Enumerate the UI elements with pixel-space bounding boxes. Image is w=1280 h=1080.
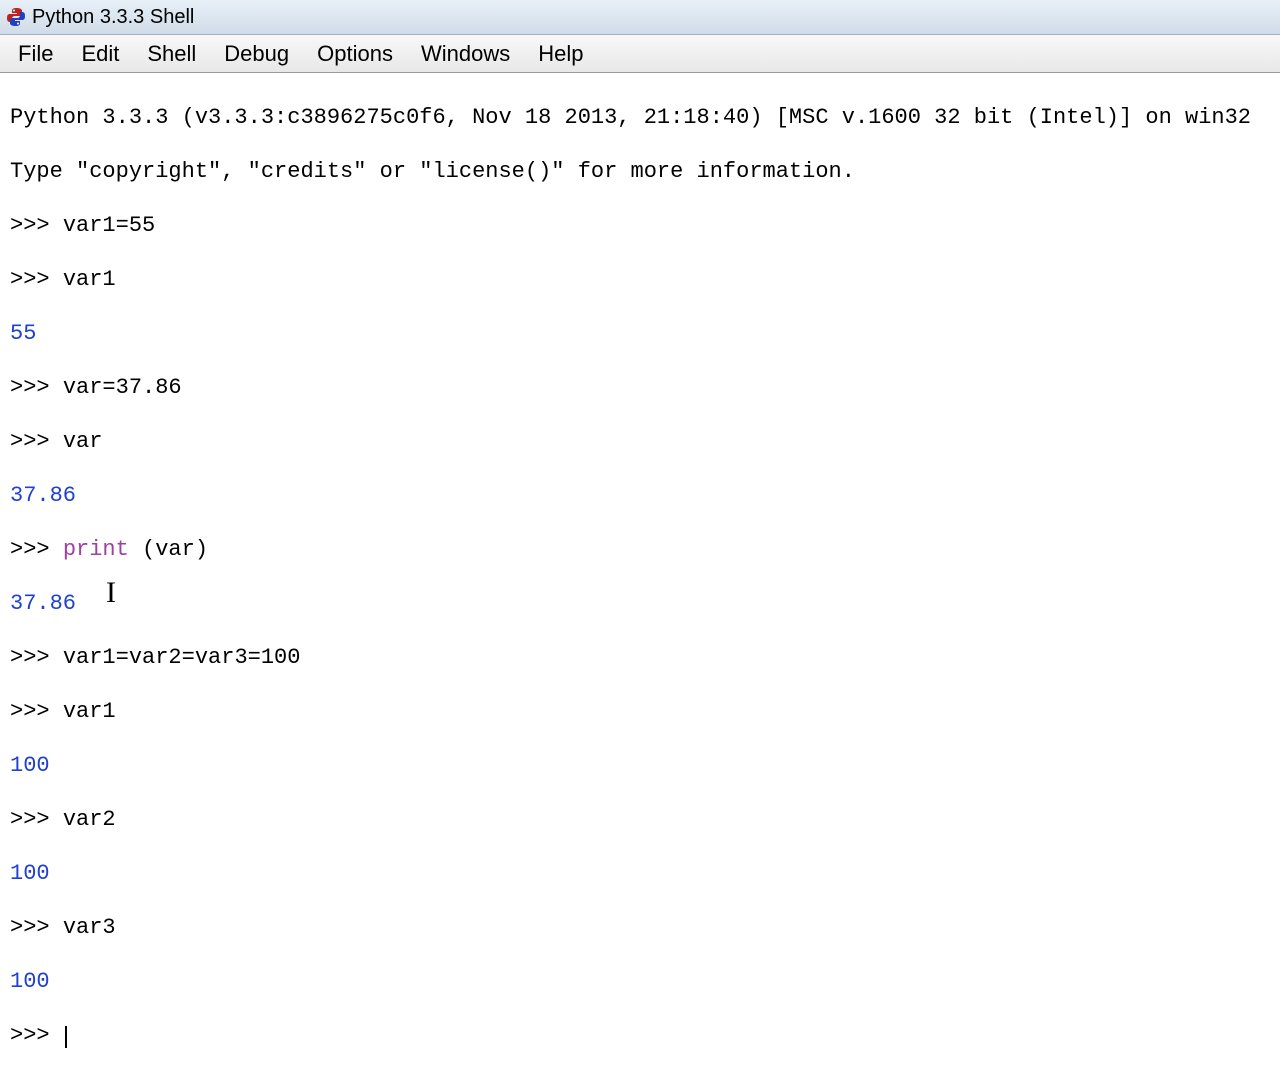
prompt: >>> (10, 429, 63, 454)
shell-line: >>> var1 (10, 698, 1270, 725)
menu-windows[interactable]: Windows (407, 37, 524, 71)
prompt: >>> (10, 807, 63, 832)
menu-file[interactable]: File (4, 37, 67, 71)
menu-edit[interactable]: Edit (67, 37, 133, 71)
banner-line: Type "copyright", "credits" or "license(… (10, 158, 1270, 185)
menu-options[interactable]: Options (303, 37, 407, 71)
shell-line: >>> var1 (10, 266, 1270, 293)
text-caret (65, 1026, 67, 1048)
shell-input: var1=var2=var3=100 (63, 645, 301, 670)
prompt: >>> (10, 267, 63, 292)
shell-input: var1 (63, 267, 116, 292)
prompt: >>> (10, 537, 63, 562)
shell-line: >>> var3 (10, 914, 1270, 941)
prompt: >>> (10, 375, 63, 400)
shell-output: 55 (10, 320, 1270, 347)
prompt: >>> (10, 699, 63, 724)
shell-output: 100 (10, 752, 1270, 779)
titlebar: Python 3.3.3 Shell (0, 0, 1280, 35)
shell-output: 37.86 (10, 482, 1270, 509)
shell-input: var=37.86 (63, 375, 182, 400)
prompt: >>> (10, 213, 63, 238)
shell-text-area[interactable]: Python 3.3.3 (v3.3.3:c3896275c0f6, Nov 1… (0, 73, 1280, 1080)
python-icon (6, 7, 26, 27)
menu-help[interactable]: Help (524, 37, 597, 71)
menu-shell[interactable]: Shell (133, 37, 210, 71)
shell-input: var (63, 429, 103, 454)
shell-line: >>> (10, 1022, 1270, 1049)
shell-output: 100 (10, 968, 1270, 995)
menubar: File Edit Shell Debug Options Windows He… (0, 35, 1280, 73)
shell-output: 37.86 (10, 590, 1270, 617)
prompt: >>> (10, 1023, 63, 1048)
prompt: >>> (10, 915, 63, 940)
shell-input: var3 (63, 915, 116, 940)
shell-output: 100 (10, 860, 1270, 887)
banner-line: Python 3.3.3 (v3.3.3:c3896275c0f6, Nov 1… (10, 104, 1270, 131)
shell-input: var1=55 (63, 213, 155, 238)
shell-input: var1 (63, 699, 116, 724)
shell-line: >>> var (10, 428, 1270, 455)
shell-line: >>> var1=var2=var3=100 (10, 644, 1270, 671)
menu-debug[interactable]: Debug (210, 37, 303, 71)
shell-line: >>> print (var) (10, 536, 1270, 563)
shell-input: var2 (63, 807, 116, 832)
window-title: Python 3.3.3 Shell (32, 6, 194, 29)
shell-line: >>> var1=55 (10, 212, 1270, 239)
shell-input: (var) (129, 537, 208, 562)
builtin-print: print (63, 537, 129, 562)
shell-line: >>> var=37.86 (10, 374, 1270, 401)
prompt: >>> (10, 645, 63, 670)
shell-line: >>> var2 (10, 806, 1270, 833)
